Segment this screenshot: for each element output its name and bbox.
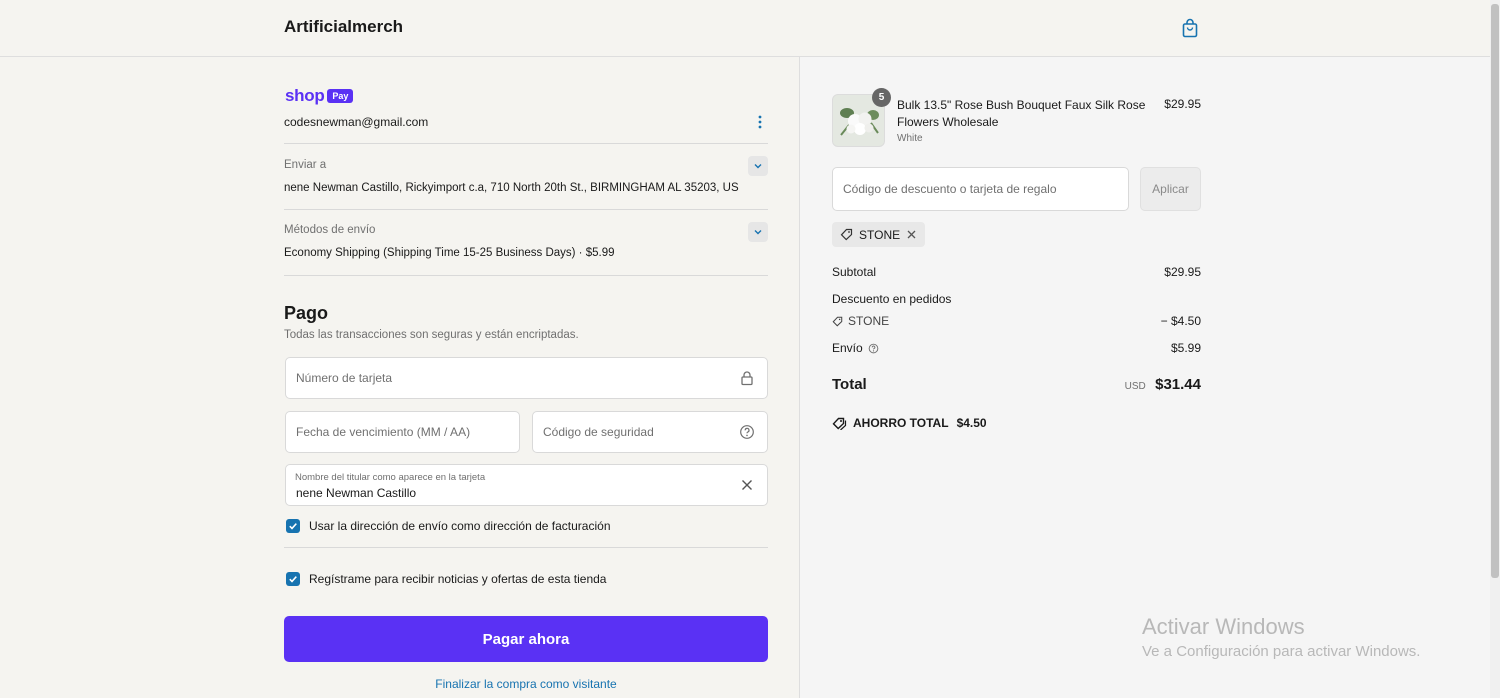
savings-amount: $4.50 <box>956 416 987 430</box>
help-circle-icon[interactable] <box>868 343 879 354</box>
store-brand[interactable]: Artificialmerch <box>284 17 403 37</box>
shipping-method-value: Economy Shipping (Shipping Time 15-25 Bu… <box>284 247 615 259</box>
total-row: Total USD $31.44 <box>832 376 1201 393</box>
expiry-date-placeholder: Fecha de vencimiento (MM / AA) <box>296 425 471 439</box>
shipping-cost-value: $5.99 <box>1170 341 1201 355</box>
total-currency: USD <box>1124 381 1146 392</box>
shipping-cost-row: Envío $5.99 <box>832 341 1201 355</box>
card-number-placeholder: Número de tarjeta <box>296 371 393 385</box>
newsletter-label[interactable]: Regístrame para recibir noticias y ofert… <box>309 572 606 586</box>
shipping-method-label: Métodos de envío <box>284 224 376 236</box>
payment-title: Pago <box>284 303 329 323</box>
discount-code-placeholder: Código de descuento o tarjeta de regalo <box>843 182 1057 196</box>
total-savings: AHORRO TOTAL $4.50 <box>832 416 987 430</box>
activate-windows-title: Activar Windows <box>1142 614 1305 639</box>
billing-same-label[interactable]: Usar la dirección de envío como direcció… <box>309 519 611 533</box>
security-code-placeholder: Código de seguridad <box>543 425 654 439</box>
chevron-down-icon <box>754 164 762 169</box>
payment-subtitle: Todas las transacciones son seguras y es… <box>284 329 579 341</box>
discount-code-input[interactable]: Código de descuento o tarjeta de regalo <box>832 167 1129 211</box>
subtotal-label: Subtotal <box>832 265 877 279</box>
chevron-down-icon <box>754 230 762 235</box>
subtotal-row: Subtotal $29.95 <box>832 265 1201 279</box>
shop-pay-logo-word: shop <box>285 86 325 105</box>
savings-tag-icon <box>832 417 847 430</box>
clear-icon[interactable] <box>739 477 755 493</box>
order-discount-label: Descuento en pedidos <box>832 292 952 306</box>
tag-icon <box>832 316 843 326</box>
more-options-icon[interactable] <box>754 114 766 130</box>
discount-amount: − $4.50 <box>1160 314 1201 328</box>
discount-code-row: STONE − $4.50 <box>832 314 1201 328</box>
divider <box>284 209 768 210</box>
page-scrollbar-thumb[interactable] <box>1491 4 1499 578</box>
product-name: Bulk 13.5" Rose Bush Bouquet Faux Silk R… <box>897 98 1146 129</box>
divider <box>284 275 768 276</box>
discount-code-label-group: STONE <box>832 314 889 328</box>
shopping-bag-icon[interactable] <box>1181 18 1199 38</box>
ship-to-expand-button[interactable] <box>748 156 768 176</box>
expiry-date-field[interactable]: Fecha de vencimiento (MM / AA) <box>285 411 520 453</box>
divider <box>284 547 768 548</box>
shop-pay-logo-pill: Pay <box>327 89 354 103</box>
apply-discount-button[interactable]: Aplicar <box>1140 167 1201 211</box>
checkmark-icon <box>289 576 297 583</box>
billing-same-checkbox[interactable] <box>286 519 300 533</box>
account-email: codesnewman@gmail.com <box>284 115 429 129</box>
cardholder-name-label: Nombre del titular como aparece en la ta… <box>295 472 486 483</box>
divider <box>284 143 768 144</box>
subtotal-value: $29.95 <box>1164 265 1201 279</box>
total-label: Total <box>832 376 867 393</box>
savings-label: AHORRO TOTAL <box>853 416 949 430</box>
guest-checkout-link[interactable]: Finalizar la compra como visitante <box>284 677 768 691</box>
shipping-label-group: Envío <box>832 341 879 355</box>
applied-discount-chip: STONE <box>832 222 926 247</box>
billing-same-as-shipping-row: Usar la dirección de envío como direcció… <box>286 519 611 533</box>
help-circle-icon[interactable] <box>739 424 755 440</box>
discount-code-name: STONE <box>848 314 890 328</box>
applied-discount-code: STONE <box>859 227 901 242</box>
shop-pay-logo: shop Pay <box>285 86 354 106</box>
shipping-label: Envío <box>832 341 863 355</box>
newsletter-row: Regístrame para recibir noticias y ofert… <box>286 572 606 586</box>
cardholder-name-field[interactable]: Nombre del titular como aparece en la ta… <box>285 464 768 506</box>
newsletter-checkbox[interactable] <box>286 572 300 586</box>
checkmark-icon <box>289 523 297 530</box>
order-discount-row: Descuento en pedidos <box>832 292 1201 306</box>
security-code-field[interactable]: Código de seguridad <box>532 411 768 453</box>
ship-to-label: Enviar a <box>284 159 327 171</box>
lock-icon <box>741 371 753 386</box>
total-amount: $31.44 <box>1155 376 1201 393</box>
cardholder-name-value: nene Newman Castillo <box>296 486 417 500</box>
product-variant: White <box>897 133 923 144</box>
card-number-field[interactable]: Número de tarjeta <box>285 357 768 399</box>
activate-windows-subtitle: Ve a Configuración para activar Windows. <box>1142 643 1421 660</box>
header-bar: Artificialmerch <box>0 0 1490 57</box>
remove-discount-icon[interactable] <box>906 229 917 240</box>
tag-icon <box>840 228 853 241</box>
product-price: $29.95 <box>1164 97 1201 111</box>
pay-now-button[interactable]: Pagar ahora <box>284 616 768 662</box>
quantity-badge: 5 <box>872 88 891 107</box>
shipping-method-expand-button[interactable] <box>748 222 768 242</box>
total-amount-group: USD $31.44 <box>1125 376 1201 393</box>
ship-to-address: nene Newman Castillo, Rickyimport c.a, 7… <box>284 182 739 194</box>
